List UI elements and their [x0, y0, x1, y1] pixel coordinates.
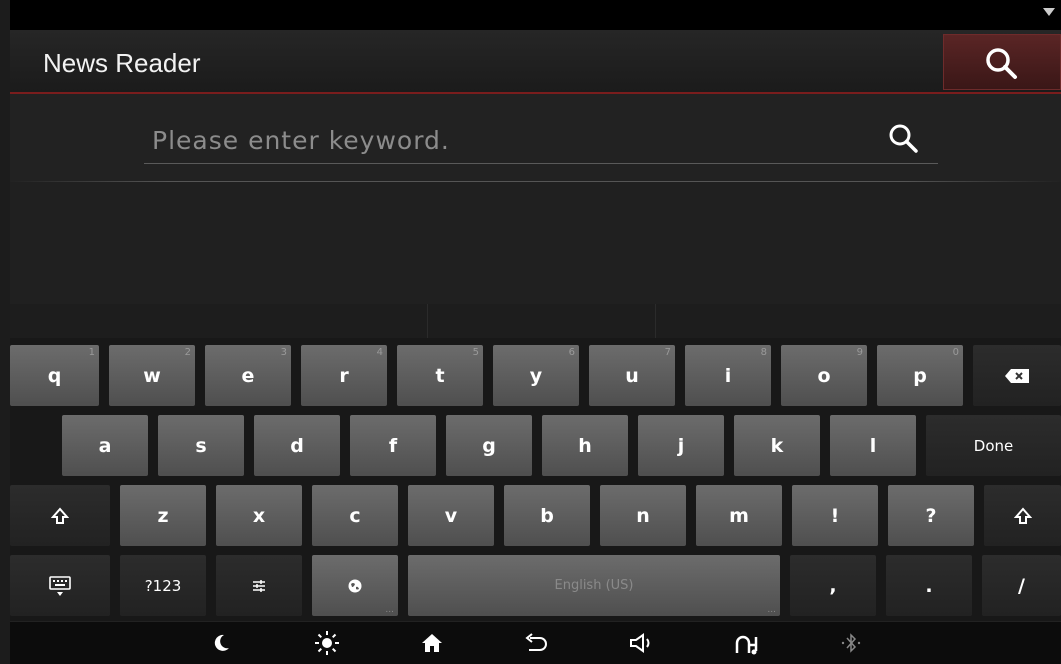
device-screen: News Reader q1 w2 e3 r4 t5 y6 u7 i8 o9	[10, 0, 1061, 664]
suggestion-strip	[10, 304, 1061, 338]
suggestion-slot[interactable]	[10, 304, 428, 338]
globe-icon	[348, 579, 362, 592]
comma-key[interactable]: ,	[790, 555, 876, 616]
language-key[interactable]: ...	[312, 555, 398, 616]
suggestion-slot[interactable]	[428, 304, 656, 338]
media-icon[interactable]	[733, 629, 763, 657]
system-nav-bar	[10, 622, 1061, 664]
on-screen-keyboard: q1 w2 e3 r4 t5 y6 u7 i8 o9 p0 a s d f g …	[10, 338, 1061, 621]
key-v[interactable]: v	[408, 485, 494, 546]
key-m[interactable]: m	[696, 485, 782, 546]
key-n[interactable]: n	[600, 485, 686, 546]
key-e[interactable]: e3	[205, 345, 291, 406]
numbers-key[interactable]: ?123	[120, 555, 206, 616]
key-b[interactable]: b	[504, 485, 590, 546]
settings-sliders-icon	[253, 579, 265, 592]
bluetooth-icon[interactable]	[836, 629, 866, 657]
search-bar	[10, 96, 1061, 182]
app-title: News Reader	[43, 48, 201, 78]
key-l[interactable]: l	[830, 415, 916, 476]
brightness-icon[interactable]	[312, 629, 342, 657]
done-key[interactable]: Done	[926, 415, 1061, 476]
status-bar	[10, 0, 1061, 30]
backspace-key[interactable]	[973, 345, 1061, 406]
app-header: News Reader	[10, 30, 1061, 94]
key-u[interactable]: u7	[589, 345, 675, 406]
results-area	[10, 182, 1061, 304]
settings-key[interactable]	[216, 555, 302, 616]
key-f[interactable]: f	[350, 415, 436, 476]
shift-icon	[1013, 506, 1032, 524]
key-z[interactable]: z	[120, 485, 206, 546]
key-question[interactable]: ?	[888, 485, 974, 546]
key-j[interactable]: j	[638, 415, 724, 476]
key-a[interactable]: a	[62, 415, 148, 476]
space-key[interactable]: English (US) ...	[408, 555, 780, 616]
key-o[interactable]: o9	[781, 345, 867, 406]
suggestion-slot[interactable]	[656, 304, 1061, 338]
key-x[interactable]: x	[216, 485, 302, 546]
search-icon[interactable]	[888, 123, 920, 155]
moon-icon[interactable]	[206, 629, 236, 657]
key-g[interactable]: g	[446, 415, 532, 476]
key-w[interactable]: w2	[109, 345, 195, 406]
keyboard-hide-key[interactable]	[10, 555, 110, 616]
key-h[interactable]: h	[542, 415, 628, 476]
slash-key[interactable]: /	[982, 555, 1061, 616]
key-d[interactable]: d	[254, 415, 340, 476]
search-input[interactable]	[144, 118, 938, 164]
volume-icon[interactable]	[627, 629, 657, 657]
shift-key-right[interactable]	[984, 485, 1061, 546]
keyboard-icon	[49, 575, 71, 596]
key-i[interactable]: i8	[685, 345, 771, 406]
key-q[interactable]: q1	[10, 345, 99, 406]
key-p[interactable]: p0	[877, 345, 963, 406]
key-s[interactable]: s	[158, 415, 244, 476]
shift-icon	[51, 506, 69, 524]
search-icon	[986, 48, 1017, 79]
header-search-button[interactable]	[943, 34, 1061, 90]
key-t[interactable]: t5	[397, 345, 483, 406]
backspace-icon	[1005, 368, 1029, 383]
back-icon[interactable]	[521, 629, 551, 657]
key-r[interactable]: r4	[301, 345, 387, 406]
home-icon[interactable]	[417, 629, 447, 657]
key-c[interactable]: c	[312, 485, 398, 546]
status-dropdown-icon[interactable]	[1043, 8, 1055, 16]
period-key[interactable]: .	[886, 555, 972, 616]
key-k[interactable]: k	[734, 415, 820, 476]
shift-key-left[interactable]	[10, 485, 110, 546]
key-y[interactable]: y6	[493, 345, 579, 406]
key-exclamation[interactable]: !	[792, 485, 878, 546]
